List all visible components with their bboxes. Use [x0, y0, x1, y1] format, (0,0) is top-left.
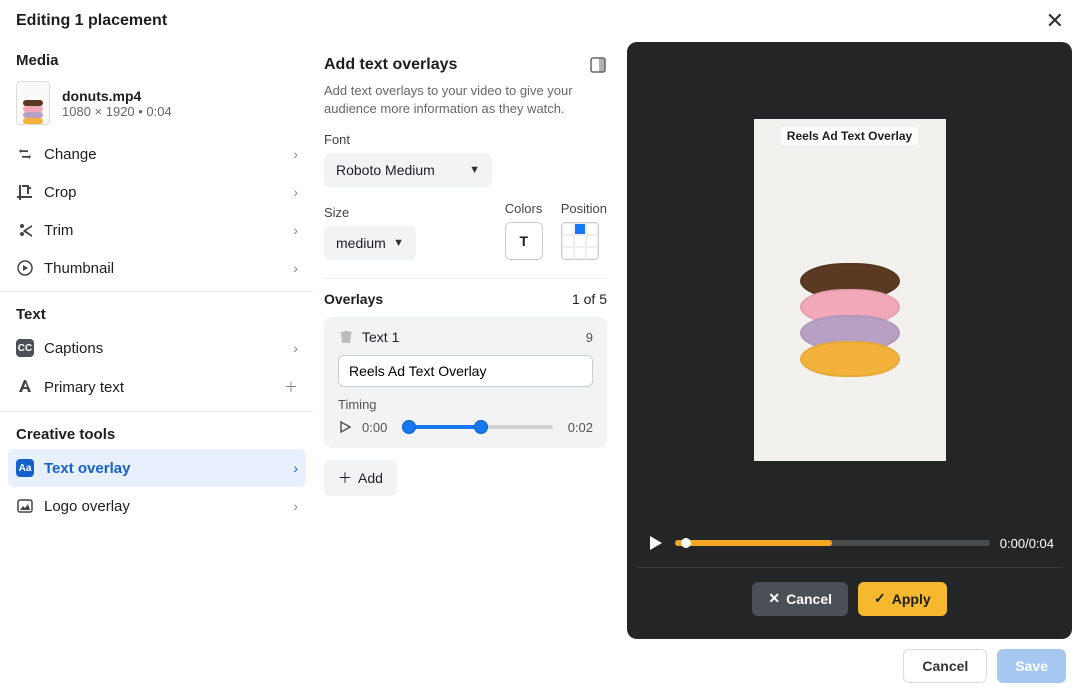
- range-end-handle[interactable]: [474, 420, 488, 434]
- play-overlay-icon[interactable]: [338, 420, 352, 434]
- chevron-right-icon: ›: [293, 460, 298, 476]
- tools-section-title: Creative tools: [0, 416, 314, 449]
- text-icon: [16, 378, 34, 396]
- chevron-right-icon: ›: [293, 260, 298, 276]
- text-primary[interactable]: Primary text ＋: [0, 367, 314, 407]
- footer-save-button: Save: [997, 649, 1066, 683]
- media-filename: donuts.mp4: [62, 88, 172, 104]
- colors-label: Colors: [505, 201, 543, 216]
- modal-title: Editing 1 placement: [16, 12, 167, 30]
- text-captions[interactable]: CC Captions ›: [0, 329, 314, 367]
- overlays-label: Overlays: [324, 291, 383, 307]
- timing-start: 0:00: [362, 420, 392, 435]
- font-select[interactable]: Roboto Medium ▼: [324, 153, 492, 187]
- panel-description: Add text overlays to your video to give …: [324, 82, 607, 118]
- caret-down-icon: ▼: [469, 164, 480, 176]
- crop-icon: [16, 183, 34, 201]
- caret-down-icon: ▼: [393, 237, 404, 249]
- preview-apply-button[interactable]: ✓ Apply: [858, 582, 947, 616]
- media-section-title: Media: [0, 42, 314, 75]
- timing-end: 0:02: [563, 420, 593, 435]
- media-crop[interactable]: Crop ›: [0, 173, 314, 211]
- panel-title: Add text overlays: [324, 56, 457, 74]
- text-overlay-icon: Aa: [16, 459, 34, 477]
- preview-content: [800, 273, 900, 377]
- scissors-icon: [16, 221, 34, 239]
- swap-icon: [16, 145, 34, 163]
- overlay-char-count: 9: [586, 330, 593, 345]
- chevron-right-icon: ›: [293, 146, 298, 162]
- seek-bar[interactable]: [675, 540, 990, 546]
- range-start-handle[interactable]: [402, 420, 416, 434]
- overlay-text-input[interactable]: [338, 355, 593, 387]
- position-label: Position: [561, 201, 607, 216]
- preview-overlay-text: Reels Ad Text Overlay: [781, 127, 918, 145]
- x-icon: ✕: [768, 590, 780, 607]
- position-grid[interactable]: [561, 222, 599, 260]
- chevron-right-icon: ›: [293, 340, 298, 356]
- play-button[interactable]: [645, 533, 665, 553]
- font-label: Font: [324, 132, 607, 147]
- add-overlay-button[interactable]: ＋ Add: [324, 460, 397, 496]
- plus-icon: ＋: [338, 468, 352, 488]
- video-preview: Reels Ad Text Overlay: [637, 52, 1062, 527]
- timing-label: Timing: [338, 397, 593, 412]
- color-picker[interactable]: T: [505, 222, 543, 260]
- media-trim[interactable]: Trim ›: [0, 211, 314, 249]
- media-file-row: donuts.mp4 1080 × 1920 • 0:04: [0, 75, 314, 135]
- plus-icon: ＋: [284, 377, 298, 397]
- close-button[interactable]: ✕: [1046, 8, 1064, 34]
- thumbnail-icon: [16, 259, 34, 277]
- text-section-title: Text: [0, 296, 314, 329]
- check-icon: ✓: [874, 590, 886, 607]
- seek-knob[interactable]: [681, 538, 691, 548]
- media-thumbnail-item[interactable]: Thumbnail ›: [0, 249, 314, 287]
- tool-text-overlay[interactable]: Aa Text overlay ›: [8, 449, 306, 487]
- footer-cancel-button[interactable]: Cancel: [903, 649, 987, 683]
- media-dimensions: 1080 × 1920 • 0:04: [62, 104, 172, 119]
- media-change[interactable]: Change ›: [0, 135, 314, 173]
- chevron-right-icon: ›: [293, 222, 298, 238]
- size-label: Size: [324, 205, 416, 220]
- overlay-item: Text 1 9 Timing 0:00: [324, 317, 607, 448]
- tool-logo-overlay[interactable]: Logo overlay ›: [0, 487, 314, 525]
- media-thumbnail: [16, 81, 50, 125]
- overlay-name: Text 1: [362, 329, 399, 345]
- playback-time: 0:00/0:04: [1000, 536, 1054, 551]
- chevron-right-icon: ›: [293, 498, 298, 514]
- panel-toggle-icon[interactable]: [589, 56, 607, 74]
- delete-overlay-icon[interactable]: [338, 329, 354, 345]
- size-select[interactable]: medium ▼: [324, 226, 416, 260]
- chevron-right-icon: ›: [293, 184, 298, 200]
- timing-range[interactable]: [402, 418, 553, 436]
- image-icon: [16, 497, 34, 515]
- overlays-count: 1 of 5: [572, 291, 607, 307]
- cc-icon: CC: [16, 339, 34, 357]
- preview-cancel-button[interactable]: ✕ Cancel: [752, 582, 848, 616]
